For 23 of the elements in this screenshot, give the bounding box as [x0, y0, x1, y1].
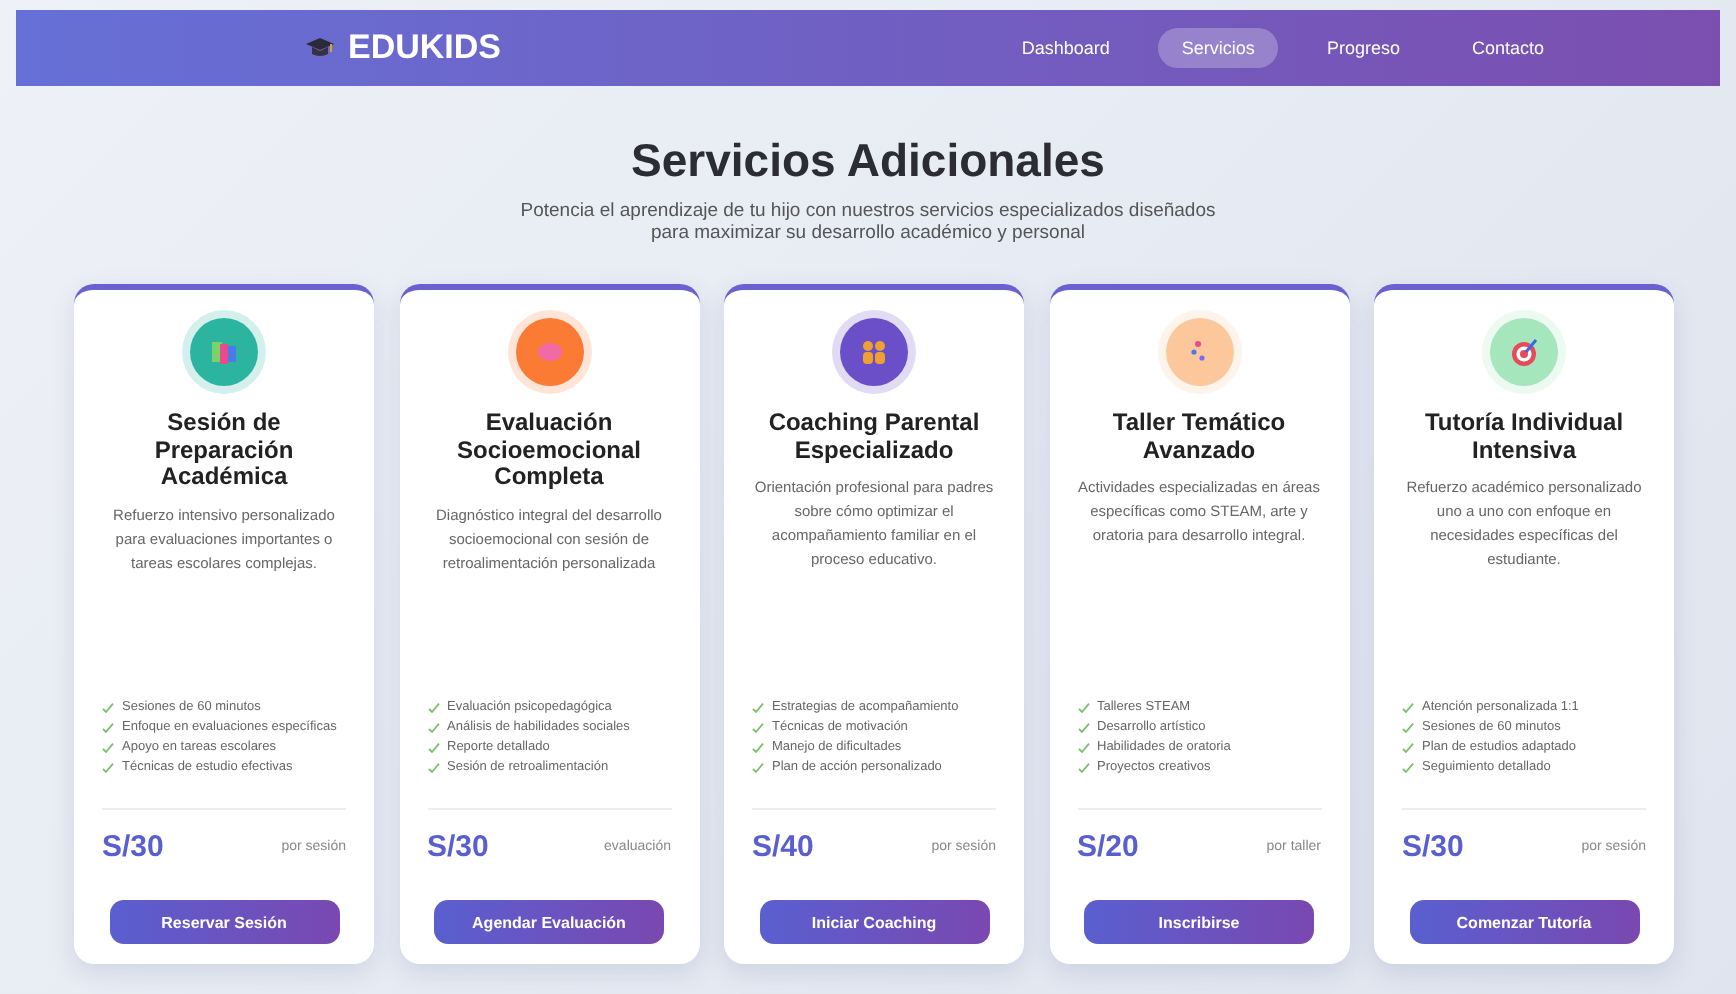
service-button[interactable]: Iniciar Coaching — [759, 900, 989, 944]
nav-link[interactable]: Dashboard — [997, 28, 1134, 68]
service-button[interactable]: Inscribirse — [1084, 900, 1314, 944]
service-title: Evaluación Socioemocional Completa — [454, 410, 644, 491]
price: S/40 — [752, 830, 814, 864]
nav-link[interactable]: Servicios — [1157, 28, 1279, 68]
service-title: Taller Temático Avanzado — [1110, 410, 1288, 464]
nav-link[interactable]: Progreso — [1302, 28, 1424, 68]
service-button[interactable]: Reservar Sesión — [109, 900, 339, 944]
brand-name: EDUKIDS — [348, 28, 502, 68]
price: S/30 — [102, 830, 164, 864]
service-title: Sesión de Preparación Académica — [152, 410, 296, 491]
service-title: Coaching Parental Especializado — [766, 410, 982, 464]
service-button[interactable]: Comenzar Tutoría — [1409, 900, 1639, 944]
graduation-cap-icon — [306, 36, 334, 60]
page-heading: Servicios Adicionales — [629, 134, 1107, 188]
service-button[interactable]: Agendar Evaluación — [434, 900, 664, 944]
price: S/30 — [427, 830, 489, 864]
price: S/20 — [1077, 830, 1139, 864]
page-subtitle: Potencia el aprendizaje de tu hijo con nuestros servicios especializados diseñados para maximizar su desarrollo académico y personal — [518, 200, 1218, 244]
price: S/30 — [1402, 830, 1464, 864]
nav-link[interactable]: Contacto — [1447, 28, 1568, 68]
service-title: Tutoría Individual Intensiva — [1422, 410, 1626, 464]
